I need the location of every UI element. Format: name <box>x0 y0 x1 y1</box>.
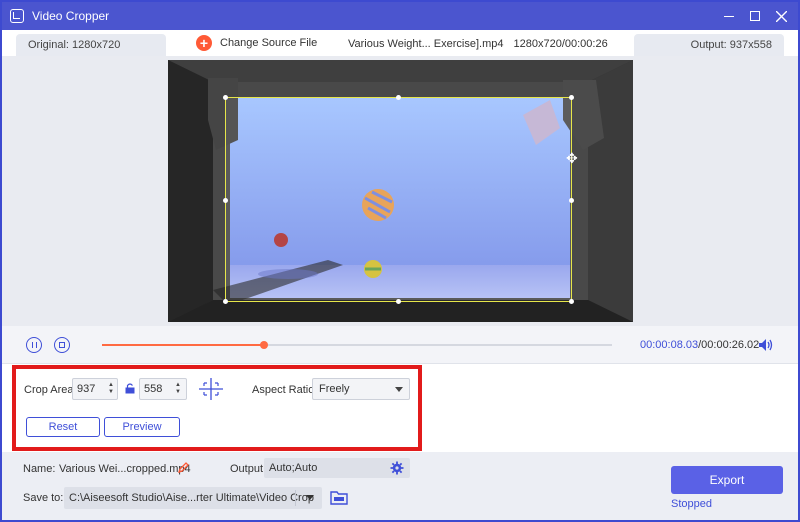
crop-height-value: 558 <box>144 383 163 395</box>
aspect-ratio-label: Aspect Ratio: <box>252 384 318 396</box>
output-size-tab: Output: 937x558 <box>634 34 784 56</box>
folder-icon[interactable] <box>330 489 348 505</box>
edit-icon[interactable] <box>178 461 190 473</box>
video-cropper-window: Video Cropper Original: 1280x720 + Chang… <box>0 0 800 522</box>
file-name: Various Weight... Exercise].mp4 <box>348 38 504 50</box>
video-preview-area: ✥ <box>2 56 798 326</box>
save-to-label: Save to: <box>23 492 64 504</box>
crop-handle-top-left[interactable] <box>223 95 228 100</box>
preview-button[interactable]: Preview <box>104 417 180 437</box>
pause-button[interactable] <box>26 337 42 353</box>
crop-handle-top[interactable] <box>396 95 401 100</box>
info-bar: Original: 1280x720 + Change Source File … <box>2 30 798 56</box>
close-button[interactable] <box>768 4 794 28</box>
close-icon <box>775 10 787 22</box>
crop-handle-bottom[interactable] <box>396 299 401 304</box>
plus-icon: + <box>196 35 212 51</box>
stepper-arrows-icon[interactable]: ▲ ▼ <box>172 382 184 396</box>
crop-handle-bottom-left[interactable] <box>223 299 228 304</box>
progress-track[interactable] <box>102 341 612 349</box>
minimize-button[interactable] <box>716 4 742 28</box>
progress-fill <box>102 344 264 346</box>
maximize-icon <box>750 11 760 21</box>
crop-area-label: Crop Area: <box>24 384 77 396</box>
aspect-ratio-select[interactable]: Freely <box>312 378 410 400</box>
aspect-lock-icon[interactable] <box>125 383 135 394</box>
crop-settings-panel: Crop Area: 937 ▲ ▼ 558 ▲ ▼ Aspect Ratio: F… <box>2 364 798 452</box>
gear-icon[interactable] <box>390 461 404 475</box>
crop-width-value: 937 <box>77 383 96 395</box>
output-settings: Name: Various Wei...cropped.mp4 Output: … <box>2 452 798 520</box>
status-text: Stopped <box>671 498 712 510</box>
window-controls <box>716 2 794 30</box>
change-source-button[interactable]: + Change Source File <box>196 34 317 52</box>
total-time: /00:00:26.02 <box>698 339 760 351</box>
app-logo-icon <box>10 9 24 23</box>
stop-icon <box>59 342 65 348</box>
volume-icon[interactable] <box>758 338 774 352</box>
save-path-value: C:\Aiseesoft Studio\Aise...rter Ultimate… <box>69 492 314 504</box>
crop-width-stepper[interactable]: 937 ▲ ▼ <box>72 378 118 400</box>
original-size-tab: Original: 1280x720 <box>16 34 166 56</box>
chevron-down-icon[interactable] <box>306 495 314 500</box>
name-label: Name: <box>23 463 56 475</box>
crop-height-stepper[interactable]: 558 ▲ ▼ <box>139 378 187 400</box>
video-frame[interactable]: ✥ <box>168 60 633 322</box>
file-info: Various Weight... Exercise].mp4 1280x720/… <box>348 38 608 50</box>
stepper-arrows-icon[interactable]: ▲ ▼ <box>105 382 117 396</box>
stop-button[interactable] <box>54 337 70 353</box>
title-bar: Video Cropper <box>2 2 798 30</box>
output-name-value: Various Wei...cropped.mp4 <box>59 463 191 475</box>
playback-bar: 00:00:08.03/00:00:26.02 <box>2 326 798 364</box>
crop-handle-left[interactable] <box>223 198 228 203</box>
output-format-value: Auto;Auto <box>269 462 318 474</box>
reset-button[interactable]: Reset <box>26 417 100 437</box>
file-meta: 1280x720/00:00:26 <box>513 38 608 50</box>
current-time: 00:00:08.03 <box>640 339 699 351</box>
export-button[interactable]: Export <box>671 466 783 494</box>
crop-handle-right[interactable] <box>569 198 574 203</box>
time-display: 00:00:08.03/00:00:26.02 <box>640 339 759 351</box>
resize-cursor-icon: ✥ <box>566 150 578 166</box>
center-crop-icon[interactable] <box>199 378 223 400</box>
aspect-ratio-value: Freely <box>319 383 350 395</box>
chevron-down-icon <box>395 387 403 392</box>
change-source-label: Change Source File <box>220 37 318 49</box>
progress-knob[interactable] <box>259 341 268 349</box>
minimize-icon <box>724 15 734 17</box>
output-format-field[interactable]: Auto;Auto <box>264 458 410 478</box>
pause-icon <box>31 342 37 348</box>
crop-handle-bottom-right[interactable] <box>569 299 574 304</box>
save-path-select[interactable]: C:\Aiseesoft Studio\Aise...rter Ultimate… <box>64 487 322 509</box>
window-title: Video Cropper <box>32 9 110 23</box>
crop-selection-box[interactable] <box>223 95 574 304</box>
output-label: Output: <box>230 463 267 475</box>
maximize-button[interactable] <box>742 4 768 28</box>
crop-handle-top-right[interactable] <box>569 95 574 100</box>
divider <box>295 490 296 506</box>
